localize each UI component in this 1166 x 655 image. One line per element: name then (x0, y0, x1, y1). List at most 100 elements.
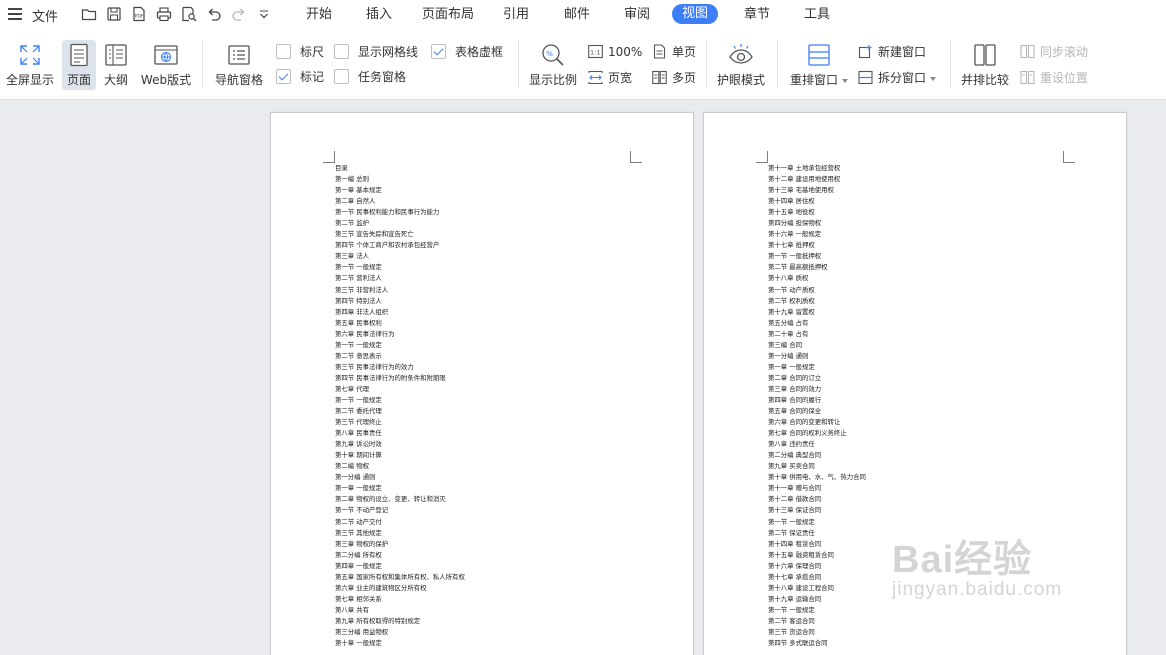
zoom-button[interactable]: % 显示比例 (526, 42, 580, 88)
toc-line: 第一节 一般抵押权 (768, 252, 822, 261)
chevron-down-icon[interactable] (842, 78, 848, 83)
toc-line: 第四章 合同的履行 (768, 395, 822, 404)
chevron-down-icon[interactable] (930, 76, 937, 81)
zoom-label: 显示比例 (528, 73, 577, 87)
toc-line: 第十一章 土地承包经营权 (768, 164, 841, 172)
actual-size-icon: 1:1 (588, 44, 603, 59)
toc-line: 第七章 相邻关系 (335, 594, 382, 603)
side-by-side-button[interactable]: 并排比较 (958, 42, 1012, 88)
tab-references[interactable]: 引用 (503, 5, 529, 25)
toc-line: 第七章 代理 (335, 384, 369, 393)
table-of-contents-page-1: 目录 第一编 总则 第一章 基本规定 第二章 自然人 第一节 民事权利能力和民事行为能力… (335, 163, 465, 649)
print-icon[interactable] (156, 6, 172, 22)
fullscreen-button[interactable]: 全屏显示 (4, 42, 56, 88)
outline-view-label: 大纲 (103, 73, 128, 87)
toc-line: 第八章 违约责任 (768, 440, 815, 449)
ribbon-divider (706, 40, 707, 88)
ruler-checkbox[interactable]: 标尺 (276, 43, 324, 61)
toc-line: 第一节 一般规定 (768, 605, 815, 614)
gridlines-label: 显示网格线 (358, 45, 419, 59)
toc-line: 第十章 期间计算 (335, 451, 382, 460)
print-preview-icon[interactable] (181, 6, 197, 22)
document-page-1[interactable]: 目录 第一编 总则 第一章 基本规定 第二章 自然人 第一节 民事权利能力和民事行为能力… (270, 112, 694, 655)
toc-line: 第十八章 质权 (768, 274, 809, 283)
tab-home[interactable]: 开始 (306, 5, 332, 25)
toc-line: 第九章 所有权取得的特别规定 (335, 616, 421, 625)
new-window-button[interactable]: 新建窗口 (858, 43, 926, 61)
toc-line: 第十八章 建设工程合同 (768, 583, 834, 592)
toc-line: 第十章 一般规定 (335, 639, 382, 648)
toc-line: 第二分编 典型合同 (768, 451, 822, 460)
toc-line: 第六章 合同的变更和转让 (768, 418, 841, 427)
gridlines-check-box[interactable] (334, 44, 349, 59)
svg-text:1:1: 1:1 (590, 49, 600, 57)
toc-line: 第四章 非法人组织 (335, 307, 389, 316)
tab-mailings[interactable]: 邮件 (564, 5, 590, 25)
toc-line: 第二章 自然人 (335, 197, 376, 206)
table-gridlines-check-box[interactable] (431, 44, 446, 59)
task-pane-checkbox[interactable]: 任务窗格 (334, 68, 406, 86)
undo-icon[interactable] (206, 6, 222, 22)
tab-review[interactable]: 审阅 (624, 5, 650, 25)
page-view-label: 页面 (66, 73, 91, 87)
sync-scroll-button[interactable]: 同步滚动 (1020, 43, 1088, 61)
multi-page-icon (652, 70, 667, 85)
single-page-label: 单页 (672, 45, 697, 59)
toc-line: 第十二章 建设用地使用权 (768, 175, 841, 184)
customize-chevron-icon[interactable] (256, 6, 272, 22)
zoom-100-button[interactable]: 1:1 100% (588, 43, 642, 61)
baidu-jingyan-watermark: Bai经验 jingyan.baidu.com (892, 528, 1062, 601)
tab-insert[interactable]: 插入 (366, 5, 392, 25)
tab-sections[interactable]: 章节 (744, 5, 770, 25)
web-layout-icon (153, 42, 179, 68)
export-pdf-icon[interactable]: PDF (131, 6, 147, 22)
toc-line: 第十一章 赠与合同 (768, 484, 822, 493)
outline-view-button[interactable]: 大纲 (102, 42, 130, 88)
toc-line: 第一节 一般规定 (335, 395, 382, 404)
margin-corner-mark (323, 151, 335, 163)
tab-page-layout[interactable]: 页面布局 (422, 5, 474, 25)
toc-line: 第三章 合同的效力 (768, 384, 822, 393)
markup-checkbox[interactable]: 标记 (276, 68, 324, 86)
single-page-button[interactable]: 单页 (652, 43, 696, 61)
table-gridlines-checkbox[interactable]: 表格虚框 (431, 43, 503, 61)
split-window-button[interactable]: 拆分窗口 (858, 69, 937, 87)
toc-line: 第八章 共有 (335, 605, 369, 614)
open-folder-icon[interactable] (81, 6, 97, 22)
save-icon[interactable] (106, 6, 122, 22)
task-pane-check-box[interactable] (334, 69, 349, 84)
toc-line: 第三节 货运合同 (768, 627, 815, 636)
toc-line: 第四章 一般规定 (335, 561, 382, 570)
markup-check-box[interactable] (276, 69, 291, 84)
single-page-icon (652, 44, 667, 59)
toc-line: 第二节 最高额抵押权 (768, 263, 828, 272)
menu-file[interactable]: 文件 (32, 6, 58, 25)
eye-protection-button[interactable]: 护眼模式 (714, 42, 768, 88)
gridlines-checkbox[interactable]: 显示网格线 (334, 43, 418, 61)
navigation-pane-button[interactable]: 导航窗格 (213, 42, 265, 88)
ruler-check-box[interactable] (276, 44, 291, 59)
toc-line: 第十六章 保理合同 (768, 561, 822, 570)
hamburger-menu-icon[interactable] (8, 8, 22, 20)
watermark-url: jingyan.baidu.com (892, 579, 1063, 600)
tab-tools[interactable]: 工具 (804, 5, 830, 25)
arrange-windows-button[interactable]: 重排窗口 (787, 42, 851, 88)
toc-line: 第十四章 居住权 (768, 197, 815, 206)
toc-line: 第一编 总则 (335, 175, 369, 184)
sync-scroll-icon (1020, 44, 1035, 59)
multi-page-button[interactable]: 多页 (652, 69, 696, 87)
toc-line: 第五分编 占有 (768, 318, 809, 327)
web-layout-button[interactable]: Web版式 (140, 42, 192, 88)
reset-position-button[interactable]: 重设位置 (1020, 69, 1088, 87)
tab-view[interactable]: 视图 (672, 4, 719, 24)
fullscreen-label: 全屏显示 (5, 73, 54, 87)
navigation-pane-label: 导航窗格 (214, 73, 263, 87)
toc-line: 第一节 民事权利能力和民事行为能力 (335, 208, 440, 217)
ribbon-divider (518, 40, 519, 88)
redo-icon[interactable] (231, 6, 247, 22)
page-view-button[interactable]: 页面 (62, 40, 96, 90)
page-width-icon (588, 70, 603, 85)
page-width-button[interactable]: 页宽 (588, 69, 632, 87)
toc-line: 第二分编 所有权 (335, 550, 382, 559)
toc-line: 第二十章 占有 (768, 329, 809, 338)
